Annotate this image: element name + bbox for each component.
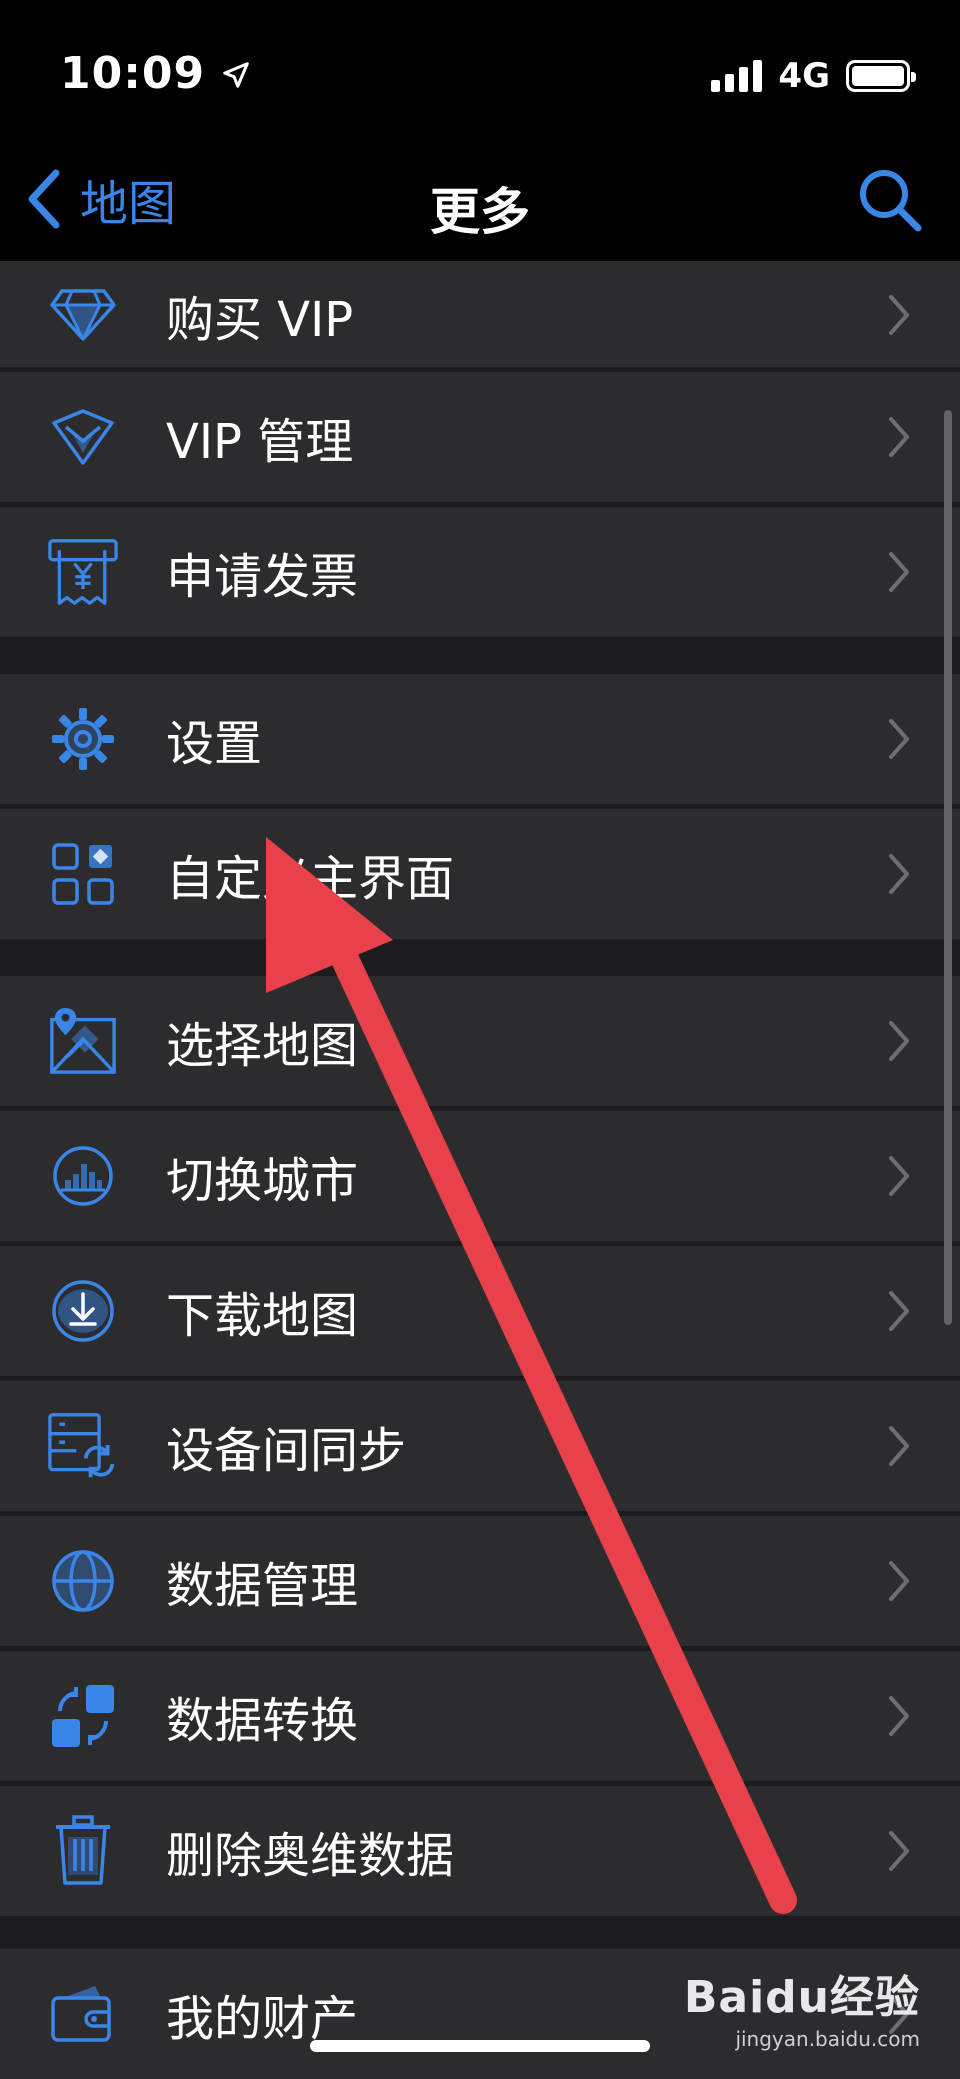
scroll-indicator[interactable] xyxy=(944,410,952,1325)
vip-badge-icon xyxy=(48,402,118,472)
screen: 10:09 4G 地图 更多 购买 VIP VIP 管理 申请发票 设置 自定义… xyxy=(0,0,960,2079)
battery-icon xyxy=(846,60,916,92)
menu-item-label: 购买 VIP xyxy=(166,291,354,348)
chevron-right-icon xyxy=(889,1561,909,1601)
menu-item-delete-data[interactable]: 删除奥维数据 xyxy=(0,1786,960,1916)
menu-item-label: VIP 管理 xyxy=(166,414,354,470)
chevron-right-icon xyxy=(889,854,909,894)
menu-item-data-manage[interactable]: 数据管理 xyxy=(0,1516,960,1646)
section-gap xyxy=(0,944,960,976)
navigation-bar: 地图 更多 xyxy=(0,150,960,262)
section-gap xyxy=(0,1921,960,1949)
menu-item-customize-home[interactable]: 自定义主界面 xyxy=(0,809,960,939)
menu-item-switch-city[interactable]: 切换城市 xyxy=(0,1111,960,1241)
menu-item-label: 设备间同步 xyxy=(166,1423,407,1479)
invoice-icon xyxy=(48,537,118,607)
menu-item-label: 删除奥维数据 xyxy=(166,1828,455,1884)
map-pin-icon xyxy=(48,1006,118,1076)
page-title: 更多 xyxy=(430,183,530,241)
chevron-right-icon xyxy=(889,719,909,759)
menu-item-label: 我的财产 xyxy=(166,1991,359,2047)
watermark-brand: Baidu经验 xyxy=(683,1972,920,2023)
chevron-right-icon xyxy=(889,1021,909,1061)
menu-item-label: 下载地图 xyxy=(166,1288,359,1344)
menu-item-label: 自定义主界面 xyxy=(166,851,455,907)
status-bar: 10:09 4G xyxy=(0,0,960,150)
menu-item-label: 切换城市 xyxy=(166,1153,359,1209)
wallet-icon xyxy=(48,1979,118,2049)
chevron-right-icon xyxy=(889,1291,909,1331)
watermark-url: jingyan.baidu.com xyxy=(735,2027,920,2051)
menu-item-data-convert[interactable]: 数据转换 xyxy=(0,1651,960,1781)
chevron-right-icon xyxy=(889,1156,909,1196)
home-indicator[interactable] xyxy=(310,2040,650,2052)
search-icon xyxy=(860,170,922,232)
chevron-right-icon xyxy=(889,1831,909,1871)
network-type: 4G xyxy=(778,56,830,96)
download-icon xyxy=(48,1276,118,1346)
menu-item-settings[interactable]: 设置 xyxy=(0,674,960,804)
chevron-right-icon xyxy=(889,552,909,592)
menu-item-invoice[interactable]: 申请发票 xyxy=(0,507,960,637)
chevron-right-icon xyxy=(889,417,909,457)
trash-icon xyxy=(48,1815,118,1886)
menu-item-device-sync[interactable]: 设备间同步 xyxy=(0,1381,960,1511)
diamond-icon xyxy=(48,280,118,350)
watermark: Baidu经验 jingyan.baidu.com xyxy=(684,1961,920,2051)
status-time-text: 10:09 xyxy=(60,48,206,99)
status-time: 10:09 xyxy=(60,48,251,99)
chevron-right-icon xyxy=(889,294,909,335)
search-button[interactable] xyxy=(854,164,926,240)
section-gap xyxy=(0,642,960,674)
globe-icon xyxy=(48,1546,118,1616)
gear-icon xyxy=(48,704,118,774)
menu-item-label: 数据转换 xyxy=(166,1693,359,1749)
convert-icon xyxy=(48,1681,118,1751)
menu-item-label: 选择地图 xyxy=(166,1018,359,1074)
menu-item-label: 申请发票 xyxy=(166,549,359,605)
menu-item-label: 数据管理 xyxy=(166,1558,359,1614)
menu-item-download-map[interactable]: 下载地图 xyxy=(0,1246,960,1376)
menu-list: 购买 VIP VIP 管理 申请发票 设置 自定义主界面 选择地图 切换城市 下… xyxy=(0,262,960,2079)
chevron-right-icon xyxy=(889,1696,909,1736)
menu-item-buy-vip[interactable]: 购买 VIP xyxy=(0,262,960,367)
menu-item-label: 设置 xyxy=(166,716,263,772)
grid-icon xyxy=(48,839,118,909)
chevron-right-icon xyxy=(889,1426,909,1466)
status-indicators: 4G xyxy=(711,56,916,96)
sync-icon xyxy=(48,1411,118,1481)
cellular-signal-icon xyxy=(711,60,763,92)
city-icon xyxy=(48,1141,118,1211)
location-arrow-icon xyxy=(223,62,250,88)
menu-item-vip-manage[interactable]: VIP 管理 xyxy=(0,372,960,502)
menu-item-select-map[interactable]: 选择地图 xyxy=(0,976,960,1106)
